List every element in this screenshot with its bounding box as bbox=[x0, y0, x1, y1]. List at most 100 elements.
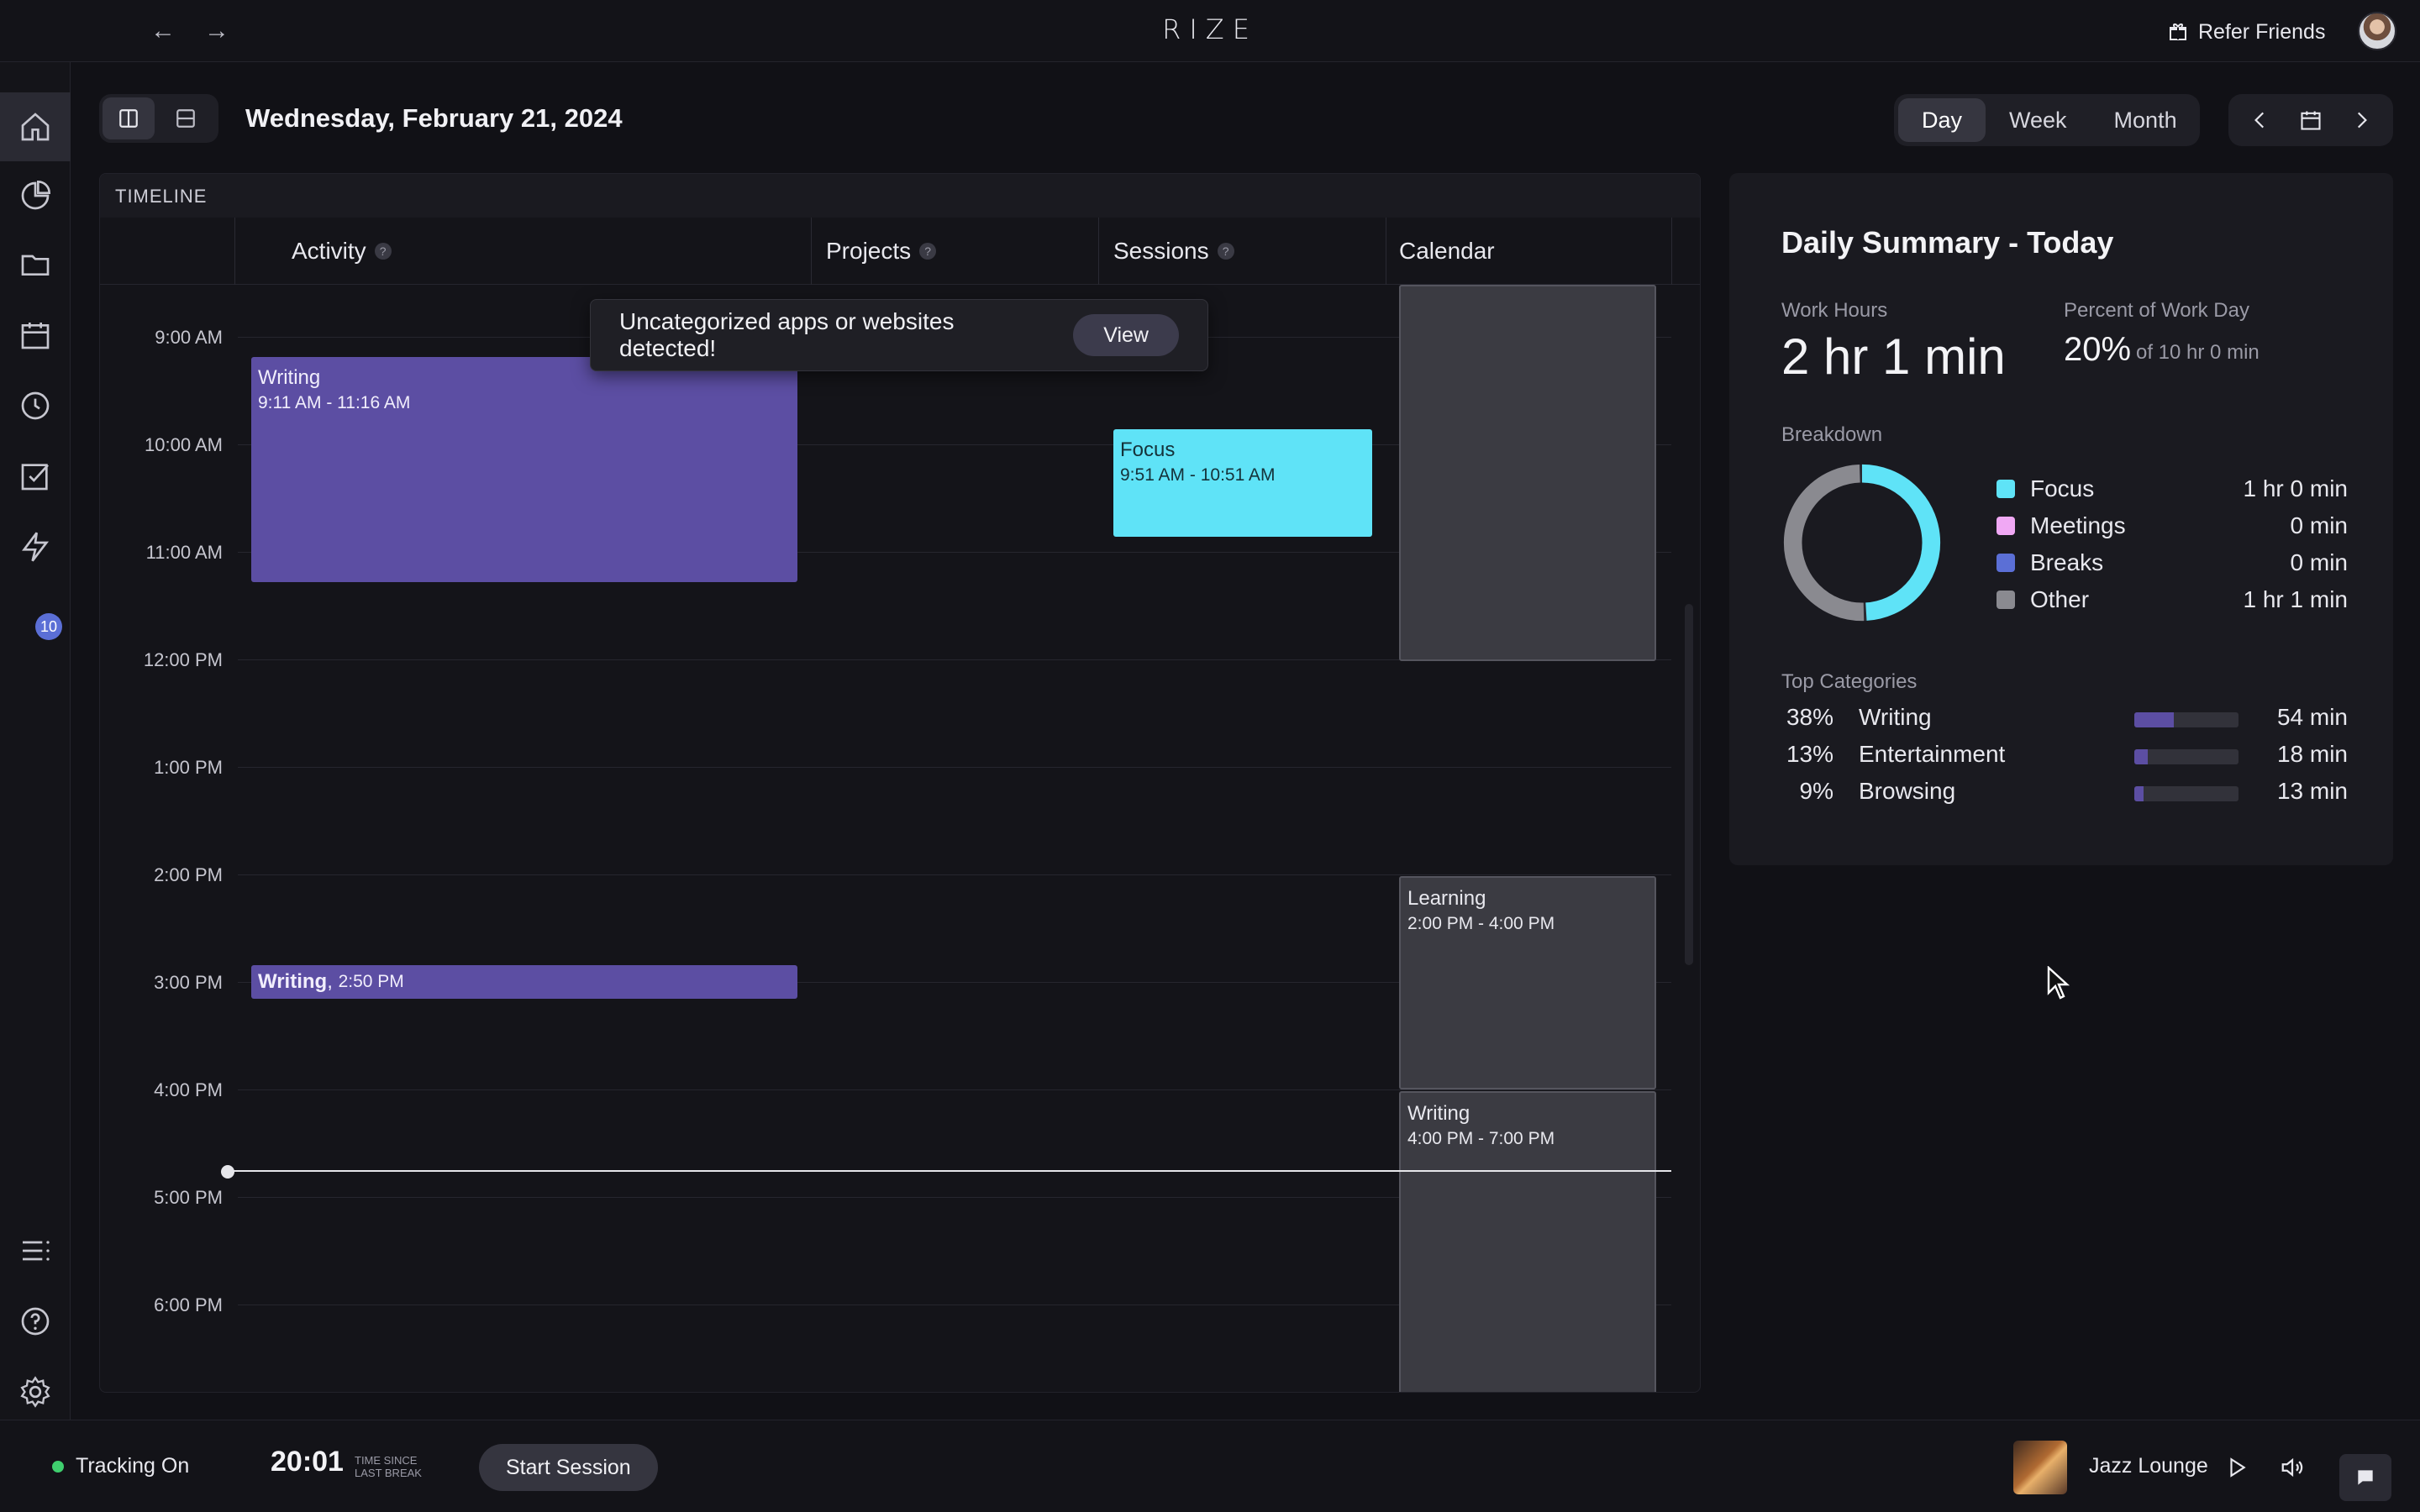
tab-week[interactable]: Week bbox=[1986, 98, 2091, 142]
help-icon bbox=[18, 1305, 52, 1338]
sidebar-item-projects[interactable] bbox=[0, 230, 71, 299]
toast-view-button[interactable]: View bbox=[1073, 314, 1179, 356]
hour-label: 10:00 AM bbox=[145, 434, 223, 455]
play-button[interactable] bbox=[2218, 1449, 2255, 1486]
columns-icon bbox=[118, 108, 139, 129]
sidebar-item-settings[interactable] bbox=[0, 1357, 71, 1426]
current-time-line bbox=[228, 1170, 1671, 1172]
gear-icon bbox=[18, 1375, 52, 1409]
tracking-status[interactable]: Tracking On bbox=[52, 1454, 189, 1478]
top-categories-label: Top Categories bbox=[1781, 670, 1918, 693]
column-activity[interactable]: Activity ? bbox=[292, 238, 392, 265]
sidebar-item-automations[interactable] bbox=[0, 512, 71, 581]
hour-label: 6:00 PM bbox=[154, 1294, 223, 1315]
session-event[interactable]: Focus 9:51 AM - 10:51 AM bbox=[1113, 429, 1372, 537]
breakdown-item-value: 1 hr 0 min bbox=[2243, 475, 2349, 501]
tab-month[interactable]: Month bbox=[2091, 98, 2201, 142]
page-title: Wednesday, February 21, 2024 bbox=[245, 103, 623, 133]
help-icon[interactable]: ? bbox=[919, 243, 937, 260]
event-title: Writing bbox=[1407, 1102, 1470, 1125]
next-date-button[interactable] bbox=[2339, 98, 2383, 142]
hour-label: 2:00 PM bbox=[154, 864, 223, 885]
breakdown-item-label: Focus bbox=[2030, 475, 2095, 501]
uncategorized-toast: Uncategorized apps or websites detected!… bbox=[590, 299, 1208, 371]
daily-summary-panel: Daily Summary - Today Work Hours 2 hr 1 … bbox=[1729, 173, 2393, 865]
status-dot bbox=[52, 1460, 64, 1473]
break-timer: 20:01 bbox=[271, 1446, 344, 1478]
column-divider bbox=[234, 218, 235, 285]
work-hours-label: Work Hours bbox=[1781, 299, 1888, 322]
sidebar-item-tasks[interactable] bbox=[0, 442, 71, 511]
current-time-marker bbox=[221, 1165, 234, 1179]
column-projects[interactable]: Projects ? bbox=[826, 238, 937, 265]
breakdown-item-value: 1 hr 1 min bbox=[2243, 586, 2349, 612]
sidebar-item-analytics[interactable] bbox=[0, 161, 71, 230]
percent-work-day-label: Percent of Work Day bbox=[2064, 299, 2249, 322]
volume-button[interactable] bbox=[2274, 1449, 2311, 1486]
tab-day[interactable]: Day bbox=[1898, 98, 1986, 142]
hour-label: 1:00 PM bbox=[154, 757, 223, 778]
breakdown-item: Breaks 0 min bbox=[1996, 546, 2348, 580]
home-icon bbox=[18, 110, 52, 144]
hour-row: 4:00 PM bbox=[100, 1079, 1671, 1100]
category-name: Writing bbox=[1859, 704, 1932, 730]
sidebar: 10 bbox=[0, 62, 71, 1420]
category-bar bbox=[2134, 749, 2238, 764]
activity-event[interactable]: Writing 9:11 AM - 11:16 AM bbox=[251, 357, 797, 582]
category-row[interactable]: 13% Entertainment 18 min bbox=[1781, 741, 2348, 774]
avatar[interactable] bbox=[2358, 12, 2396, 50]
help-icon[interactable]: ? bbox=[1217, 243, 1234, 260]
hour-row: 2:00 PM bbox=[100, 864, 1671, 885]
clock-icon bbox=[18, 389, 52, 423]
hour-label: 9:00 AM bbox=[155, 327, 223, 348]
prev-date-button[interactable] bbox=[2238, 98, 2282, 142]
category-duration: 18 min bbox=[2276, 741, 2348, 767]
start-session-button[interactable]: Start Session bbox=[479, 1444, 658, 1491]
split-view-button[interactable] bbox=[103, 97, 155, 139]
arrow-left-icon[interactable]: ← bbox=[143, 12, 183, 50]
calendar-event[interactable] bbox=[1399, 285, 1656, 661]
automations-badge: 10 bbox=[35, 613, 62, 640]
hour-label: 3:00 PM bbox=[154, 972, 223, 993]
calendar-icon bbox=[18, 318, 52, 352]
event-time: 2:00 PM - 4:00 PM bbox=[1407, 914, 1555, 933]
chat-button[interactable] bbox=[2339, 1454, 2391, 1501]
calendar-event[interactable]: Writing 4:00 PM - 7:00 PM bbox=[1399, 1091, 1656, 1392]
track-name: Jazz Lounge bbox=[2089, 1454, 2208, 1478]
meetings-swatch bbox=[1996, 517, 2015, 535]
refer-friends-label: Refer Friends bbox=[2198, 19, 2326, 44]
timeline-scrollbar[interactable] bbox=[1685, 604, 1693, 965]
calendar-event[interactable]: Learning 2:00 PM - 4:00 PM bbox=[1399, 876, 1656, 1089]
sidebar-item-home[interactable] bbox=[0, 92, 71, 161]
sidebar-item-list[interactable] bbox=[0, 1216, 71, 1285]
category-name: Browsing bbox=[1859, 778, 1956, 804]
help-icon[interactable]: ? bbox=[374, 243, 392, 260]
rows-icon bbox=[175, 108, 197, 129]
stacked-view-button[interactable] bbox=[160, 97, 212, 139]
category-row[interactable]: 38% Writing 54 min bbox=[1781, 704, 2348, 738]
column-calendar[interactable]: Calendar bbox=[1399, 238, 1495, 265]
category-row[interactable]: 9% Browsing 13 min bbox=[1781, 778, 2348, 811]
breakdown-item-label: Other bbox=[2030, 586, 2090, 612]
column-sessions-label: Sessions bbox=[1113, 238, 1209, 264]
hour-row: 1:00 PM bbox=[100, 757, 1671, 778]
layout-toggle bbox=[99, 94, 218, 143]
date-picker-button[interactable] bbox=[2289, 98, 2333, 142]
album-art bbox=[2013, 1441, 2067, 1494]
event-time: 2:50 PM bbox=[338, 972, 404, 991]
breakdown-item-value: 0 min bbox=[2290, 549, 2348, 575]
breakdown-item-value: 0 min bbox=[2290, 512, 2348, 538]
column-sessions[interactable]: Sessions ? bbox=[1113, 238, 1234, 265]
breakdown-item: Meetings 0 min bbox=[1996, 509, 2348, 543]
breakdown-item: Focus 1 hr 0 min bbox=[1996, 472, 2348, 506]
arrow-right-icon[interactable]: → bbox=[197, 12, 237, 50]
folder-icon bbox=[18, 248, 52, 281]
column-calendar-label: Calendar bbox=[1399, 238, 1495, 264]
activity-event[interactable]: Writing, 2:50 PM bbox=[251, 965, 797, 999]
sidebar-item-history[interactable] bbox=[0, 371, 71, 440]
refer-friends-button[interactable]: Refer Friends bbox=[2168, 15, 2325, 49]
chevron-right-icon bbox=[2350, 109, 2372, 131]
sidebar-item-help[interactable] bbox=[0, 1287, 71, 1356]
sidebar-item-calendar[interactable] bbox=[0, 301, 71, 370]
bottom-bar: Tracking On 20:01 TIME SINCE LAST BREAK … bbox=[0, 1420, 2420, 1512]
